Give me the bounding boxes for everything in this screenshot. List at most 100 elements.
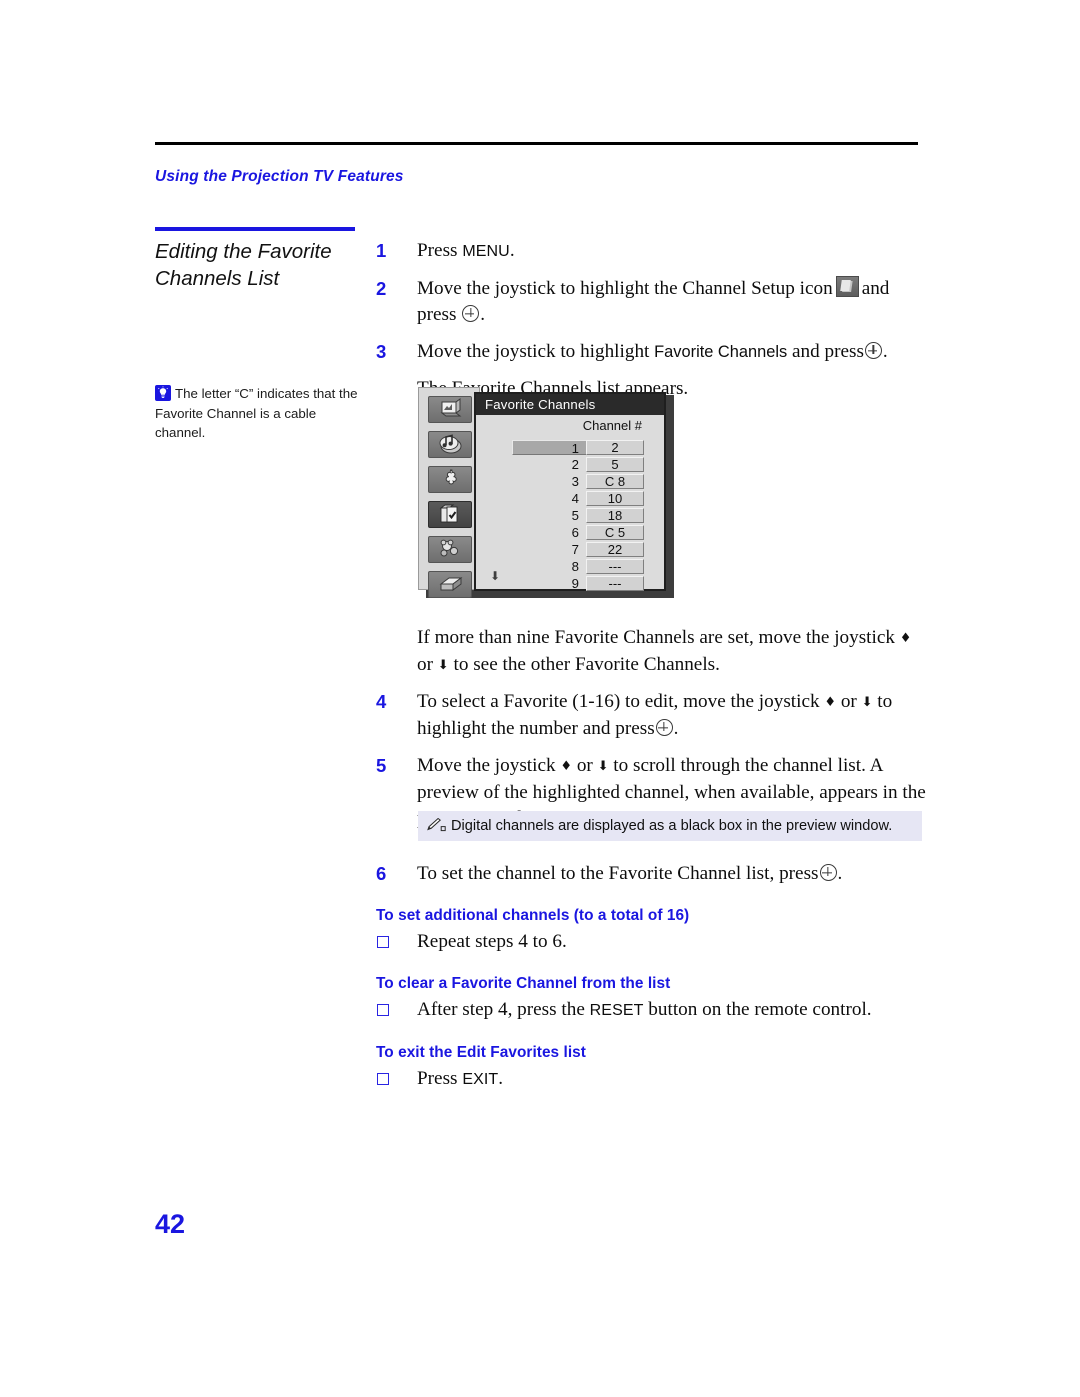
table-row[interactable]: 9 --- (476, 575, 664, 592)
row-channel: C 8 (586, 474, 644, 489)
callout-note: Digital channels are displayed as a blac… (418, 811, 922, 841)
table-row[interactable]: 8 --- (476, 558, 664, 575)
note-pencil-icon (427, 813, 446, 832)
step-6-text-2: . (837, 863, 843, 884)
step-2-text-1: Move the joystick to highlight the Chann… (417, 278, 833, 299)
scroll-down-arrow-icon[interactable]: ⬇ (490, 569, 500, 583)
step-number: 5 (376, 755, 387, 776)
tv-menu-figure: Favorite Channels Channel # 1 2 2 5 3 C … (418, 387, 674, 598)
section-title-rule (155, 227, 355, 231)
step-4-text-2: or (840, 691, 857, 712)
step-6-text-1: To set the channel to the Favorite Chann… (417, 863, 819, 884)
favorite-channels-panel: Favorite Channels Channel # 1 2 2 5 3 C … (474, 392, 666, 591)
row-channel: C 5 (586, 525, 644, 540)
followup-text-1: If more than nine Favorite Channels are … (417, 627, 895, 648)
table-row[interactable]: 2 5 (476, 456, 664, 473)
arrow-down-icon: ⬇ (861, 695, 873, 710)
step-3-text-2: and press (791, 341, 864, 362)
step-4-text-1: To select a Favorite (1-16) to edit, mov… (417, 691, 820, 712)
page-number: 42 (155, 1209, 186, 1239)
row-index: 1 (512, 440, 586, 456)
step-2: 2 Move the joystick to highlight the Chan… (376, 276, 924, 328)
figure-followup-note: If more than nine Favorite Channels are … (376, 625, 928, 679)
tail-bullet-exit: Press EXIT. (376, 1065, 928, 1093)
step-5-text-2: or (576, 755, 593, 776)
square-bullet-icon (377, 1073, 389, 1085)
margin-tip-text: The letter “C” indicates that the Favori… (155, 386, 358, 440)
joystick-press-icon (864, 342, 882, 359)
reset-keycap: RESET (589, 1002, 644, 1019)
favorite-channels-rows: 1 2 2 5 3 C 8 4 10 5 18 6 C 5 7 22 8 ---… (476, 439, 664, 592)
tail-bullet-text-after: button on the remote control. (643, 999, 872, 1020)
step-1: 1 Press MENU. (376, 238, 924, 265)
step-4: 4 To select a Favorite (1-16) to edit, mo… (376, 689, 928, 742)
channel-setup-icon (835, 276, 859, 297)
row-channel: --- (586, 559, 644, 574)
margin-tip: The letter “C” indicates that the Favori… (155, 384, 367, 443)
tail-heading-exit: To exit the Edit Favorites list (376, 1044, 586, 1061)
row-channel: 22 (586, 542, 644, 557)
page-title: Editing the Favorite Channels List (155, 240, 332, 290)
table-row[interactable]: 4 10 (476, 490, 664, 507)
arrow-down-icon: ⬇ (597, 759, 609, 774)
row-channel: 5 (586, 457, 644, 472)
tail-bullet-text-after: . (498, 1068, 504, 1089)
parental-lock-icon (428, 536, 472, 563)
step-4-text-4: . (673, 718, 679, 739)
step-6: 6 To set the channel to the Favorite Chan… (376, 861, 928, 887)
joystick-press-icon (462, 305, 480, 322)
arrow-up-icon: ♦ (899, 631, 912, 646)
tail-sections: 6 To set the channel to the Favorite Chan… (376, 861, 928, 1093)
step-5-text-1: Move the joystick (417, 755, 556, 776)
callout-note-text: Digital channels are displayed as a blac… (451, 818, 893, 834)
table-row[interactable]: 7 22 (476, 541, 664, 558)
step-3-text-1: Move the joystick to highlight (417, 341, 650, 362)
tail-bullet-text: Repeat steps 4 to 6. (417, 931, 567, 952)
tail-bullet-text-before: Press (417, 1068, 463, 1089)
square-bullet-icon (377, 1004, 389, 1016)
row-channel: 10 (586, 491, 644, 506)
row-channel: 2 (586, 440, 644, 455)
followup-text-3: to see the other Favorite Channels. (453, 654, 720, 675)
tail-bullet-text-before: After step 4, press the (417, 999, 590, 1020)
channel-setup-icon (428, 501, 472, 528)
row-index: 3 (571, 474, 579, 489)
row-index: 7 (571, 542, 579, 557)
tv-menu-sidebar (418, 387, 480, 598)
steps-list-top: 1 Press MENU. 2 Move the joystick to highl… (376, 238, 924, 412)
arrow-up-icon: ♦ (560, 759, 573, 774)
step-1-keycap: MENU (462, 243, 510, 260)
row-index: 2 (571, 457, 579, 472)
row-index: 4 (571, 491, 579, 506)
tail-heading-set-additional: To set additional channels (to a total o… (376, 907, 690, 924)
setup-icon (428, 571, 472, 598)
row-index: 5 (571, 508, 579, 523)
row-index: 6 (571, 525, 579, 540)
audio-settings-icon (428, 431, 472, 458)
followup-text-2: or (417, 654, 433, 675)
step-3-menu-label: Favorite Channels (654, 343, 788, 361)
step-1-text-before: Press (417, 240, 463, 261)
table-row[interactable]: 5 18 (476, 507, 664, 524)
step-number: 3 (376, 341, 387, 362)
video-settings-icon (428, 396, 472, 423)
lightbulb-tip-icon (155, 385, 171, 401)
exit-keycap: EXIT (462, 1071, 499, 1088)
square-bullet-icon (377, 936, 389, 948)
step-3: 3 Move the joystick to highlight Favorite… (376, 339, 924, 365)
table-row[interactable]: 3 C 8 (476, 473, 664, 490)
table-row[interactable]: 6 C 5 (476, 524, 664, 541)
step-number: 2 (376, 278, 387, 299)
joystick-press-icon (655, 719, 673, 736)
panel-title: Favorite Channels (476, 394, 664, 415)
tail-bullet-clear-favorite: After step 4, press the RESET button on … (376, 996, 928, 1024)
step-number: 6 (376, 863, 387, 884)
tail-heading-clear-favorite: To clear a Favorite Channel from the lis… (376, 975, 671, 992)
step-1-text-after: . (509, 240, 515, 261)
manual-page: Using the Projection TV Features Editing… (0, 0, 1080, 1397)
screen-settings-icon (428, 466, 472, 493)
row-channel: --- (586, 576, 644, 591)
arrow-up-icon: ♦ (824, 695, 837, 710)
table-row[interactable]: 1 2 (476, 439, 664, 456)
joystick-press-icon (819, 864, 837, 881)
